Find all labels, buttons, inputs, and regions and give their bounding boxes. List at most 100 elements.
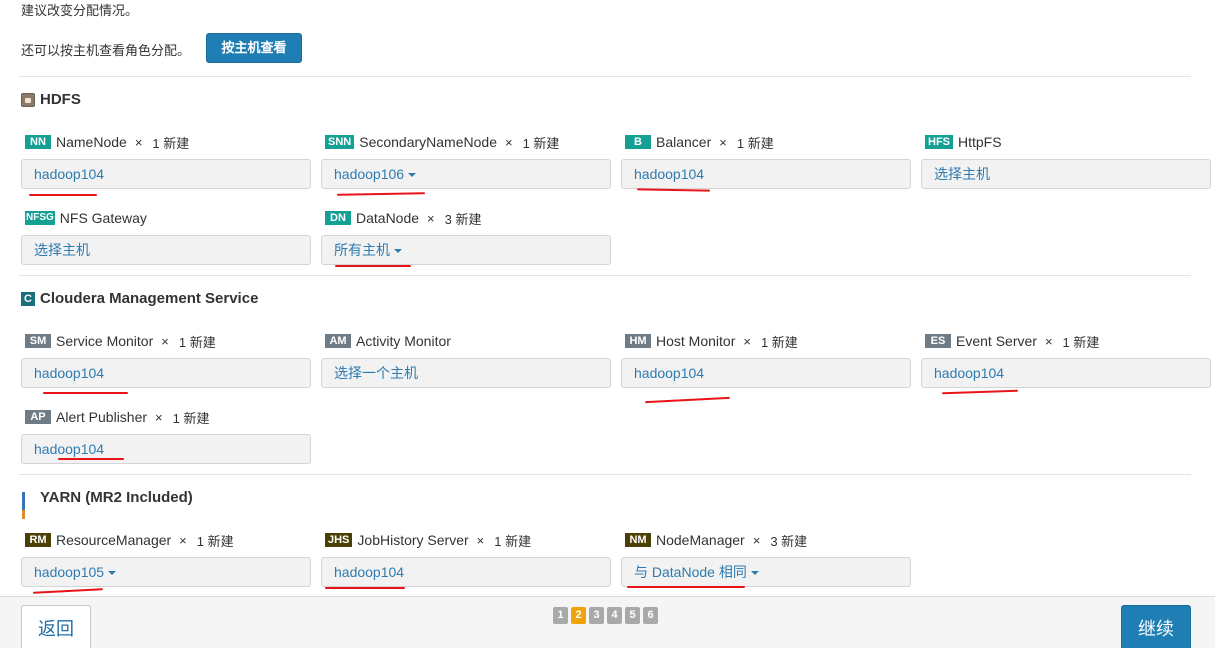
annotation-underline bbox=[336, 192, 426, 196]
annotation-underline bbox=[941, 389, 1019, 395]
role-new-count: 1 新建 bbox=[736, 135, 774, 151]
step-6[interactable]: 6 bbox=[643, 607, 658, 624]
host-selector[interactable]: 所有主机 bbox=[321, 235, 611, 265]
step-1[interactable]: 1 bbox=[553, 607, 568, 624]
host-value: 选择主机 bbox=[934, 166, 990, 182]
remove-role-icon[interactable]: × bbox=[179, 533, 187, 548]
role-activity-monitor: AM Activity Monitor 选择一个主机 bbox=[321, 332, 611, 388]
role-badge: NFSG bbox=[25, 211, 55, 225]
role-name: ResourceManager bbox=[56, 532, 172, 548]
step-3[interactable]: 3 bbox=[589, 607, 604, 624]
host-selector[interactable]: 与 DataNode 相同 bbox=[621, 557, 911, 587]
host-selector[interactable]: 选择一个主机 bbox=[321, 358, 611, 388]
intro-text: 建议改变分配情况。 bbox=[21, 3, 139, 18]
annotation-underline bbox=[325, 587, 405, 589]
role-name: DataNode bbox=[356, 210, 420, 226]
host-value: 与 DataNode 相同 bbox=[634, 564, 747, 580]
role-nfs-gateway: NFSG NFS Gateway 选择主机 bbox=[21, 209, 311, 265]
divider bbox=[19, 275, 1191, 276]
host-selector[interactable]: hadoop104 bbox=[621, 358, 911, 388]
role-new-count: 1 新建 bbox=[1062, 334, 1100, 350]
host-selector[interactable]: hadoop104 bbox=[921, 358, 1211, 388]
step-4[interactable]: 4 bbox=[607, 607, 622, 624]
caret-down-icon bbox=[408, 173, 417, 178]
annotation-underline bbox=[335, 265, 411, 267]
view-by-host-button[interactable]: 按主机查看 bbox=[206, 33, 302, 63]
back-button[interactable]: 返回 bbox=[21, 605, 91, 648]
remove-role-icon[interactable]: × bbox=[155, 410, 163, 425]
role-new-count: 1 新建 bbox=[522, 135, 560, 151]
role-new-count: 3 新建 bbox=[444, 211, 482, 227]
host-selector[interactable]: 选择主机 bbox=[921, 159, 1211, 189]
role-badge: B bbox=[625, 135, 651, 149]
annotation-underline bbox=[645, 396, 730, 404]
remove-role-icon[interactable]: × bbox=[477, 533, 485, 548]
section-title: YARN (MR2 Included) bbox=[40, 489, 193, 506]
continue-button[interactable]: 继续 bbox=[1121, 605, 1191, 648]
remove-role-icon[interactable]: × bbox=[161, 334, 169, 349]
role-badge: AP bbox=[25, 410, 51, 424]
host-value: hadoop104 bbox=[34, 365, 105, 381]
cloudera-icon: C bbox=[21, 291, 35, 306]
host-value: 选择一个主机 bbox=[334, 365, 418, 381]
host-value: hadoop104 bbox=[634, 365, 705, 381]
role-badge: DN bbox=[325, 211, 351, 225]
role-name: HttpFS bbox=[958, 134, 1002, 150]
remove-role-icon[interactable]: × bbox=[719, 135, 727, 150]
role-service-monitor: SM Service Monitor × 1 新建 hadoop104 bbox=[21, 332, 311, 388]
step-5[interactable]: 5 bbox=[625, 607, 640, 624]
section-cms: C Cloudera Management Service bbox=[21, 290, 258, 307]
role-jobhistory-server: JHS JobHistory Server × 1 新建 hadoop104 bbox=[321, 531, 611, 587]
role-name: JobHistory Server bbox=[357, 532, 469, 548]
host-value: hadoop105 bbox=[34, 564, 105, 580]
role-nodemanager: NM NodeManager × 3 新建 与 DataNode 相同 bbox=[621, 531, 911, 587]
role-badge: ES bbox=[925, 334, 951, 348]
role-resourcemanager: RM ResourceManager × 1 新建 hadoop105 bbox=[21, 531, 311, 587]
role-badge: HFS bbox=[925, 135, 953, 149]
role-badge: NM bbox=[625, 533, 651, 547]
caret-down-icon bbox=[394, 249, 402, 254]
section-yarn: YARN (MR2 Included) bbox=[21, 489, 193, 519]
intro-hint: 还可以按主机查看角色分配。 bbox=[21, 43, 191, 58]
role-badge: RM bbox=[25, 533, 51, 547]
host-selector[interactable]: hadoop104 bbox=[321, 557, 611, 587]
host-value: 选择主机 bbox=[34, 242, 90, 258]
role-datanode: DN DataNode × 3 新建 所有主机 bbox=[321, 209, 611, 265]
section-hdfs: HDFS bbox=[21, 91, 81, 108]
role-new-count: 1 新建 bbox=[172, 410, 210, 426]
role-badge: HM bbox=[625, 334, 651, 348]
role-secondarynamenode: SNN SecondaryNameNode × 1 新建 hadoop106 bbox=[321, 133, 611, 189]
role-event-server: ES Event Server × 1 新建 hadoop104 bbox=[921, 332, 1211, 388]
role-name: Host Monitor bbox=[656, 333, 736, 349]
remove-role-icon[interactable]: × bbox=[505, 135, 513, 150]
remove-role-icon[interactable]: × bbox=[743, 334, 751, 349]
annotation-underline bbox=[29, 194, 97, 196]
host-selector[interactable]: hadoop104 bbox=[21, 358, 311, 388]
role-name: NFS Gateway bbox=[59, 210, 147, 226]
host-value: hadoop104 bbox=[334, 564, 405, 580]
role-badge: SNN bbox=[325, 135, 355, 149]
annotation-underline bbox=[636, 188, 711, 192]
caret-down-icon bbox=[108, 571, 117, 576]
role-balancer: B Balancer × 1 新建 hadoop104 bbox=[621, 133, 911, 189]
host-selector[interactable]: hadoop105 bbox=[21, 557, 311, 587]
divider bbox=[19, 474, 1191, 475]
host-selector[interactable]: 选择主机 bbox=[21, 235, 311, 265]
role-name: SecondaryNameNode bbox=[359, 134, 497, 150]
role-name: Event Server bbox=[956, 333, 1037, 349]
host-value: hadoop106 bbox=[334, 166, 405, 182]
remove-role-icon[interactable]: × bbox=[427, 211, 435, 226]
host-value: hadoop104 bbox=[934, 365, 1005, 381]
remove-role-icon[interactable]: × bbox=[135, 135, 143, 150]
annotation-underline bbox=[58, 458, 124, 460]
role-new-count: 1 新建 bbox=[152, 135, 190, 151]
host-selector[interactable]: hadoop104 bbox=[21, 159, 311, 189]
host-value: 所有主机 bbox=[334, 242, 390, 258]
remove-role-icon[interactable]: × bbox=[1045, 334, 1053, 349]
yarn-icon bbox=[21, 491, 35, 519]
role-name: Balancer bbox=[656, 134, 712, 150]
host-selector[interactable]: hadoop106 bbox=[321, 159, 611, 189]
host-selector[interactable]: hadoop104 bbox=[621, 159, 911, 189]
remove-role-icon[interactable]: × bbox=[753, 533, 761, 548]
step-2-current: 2 bbox=[571, 607, 586, 624]
